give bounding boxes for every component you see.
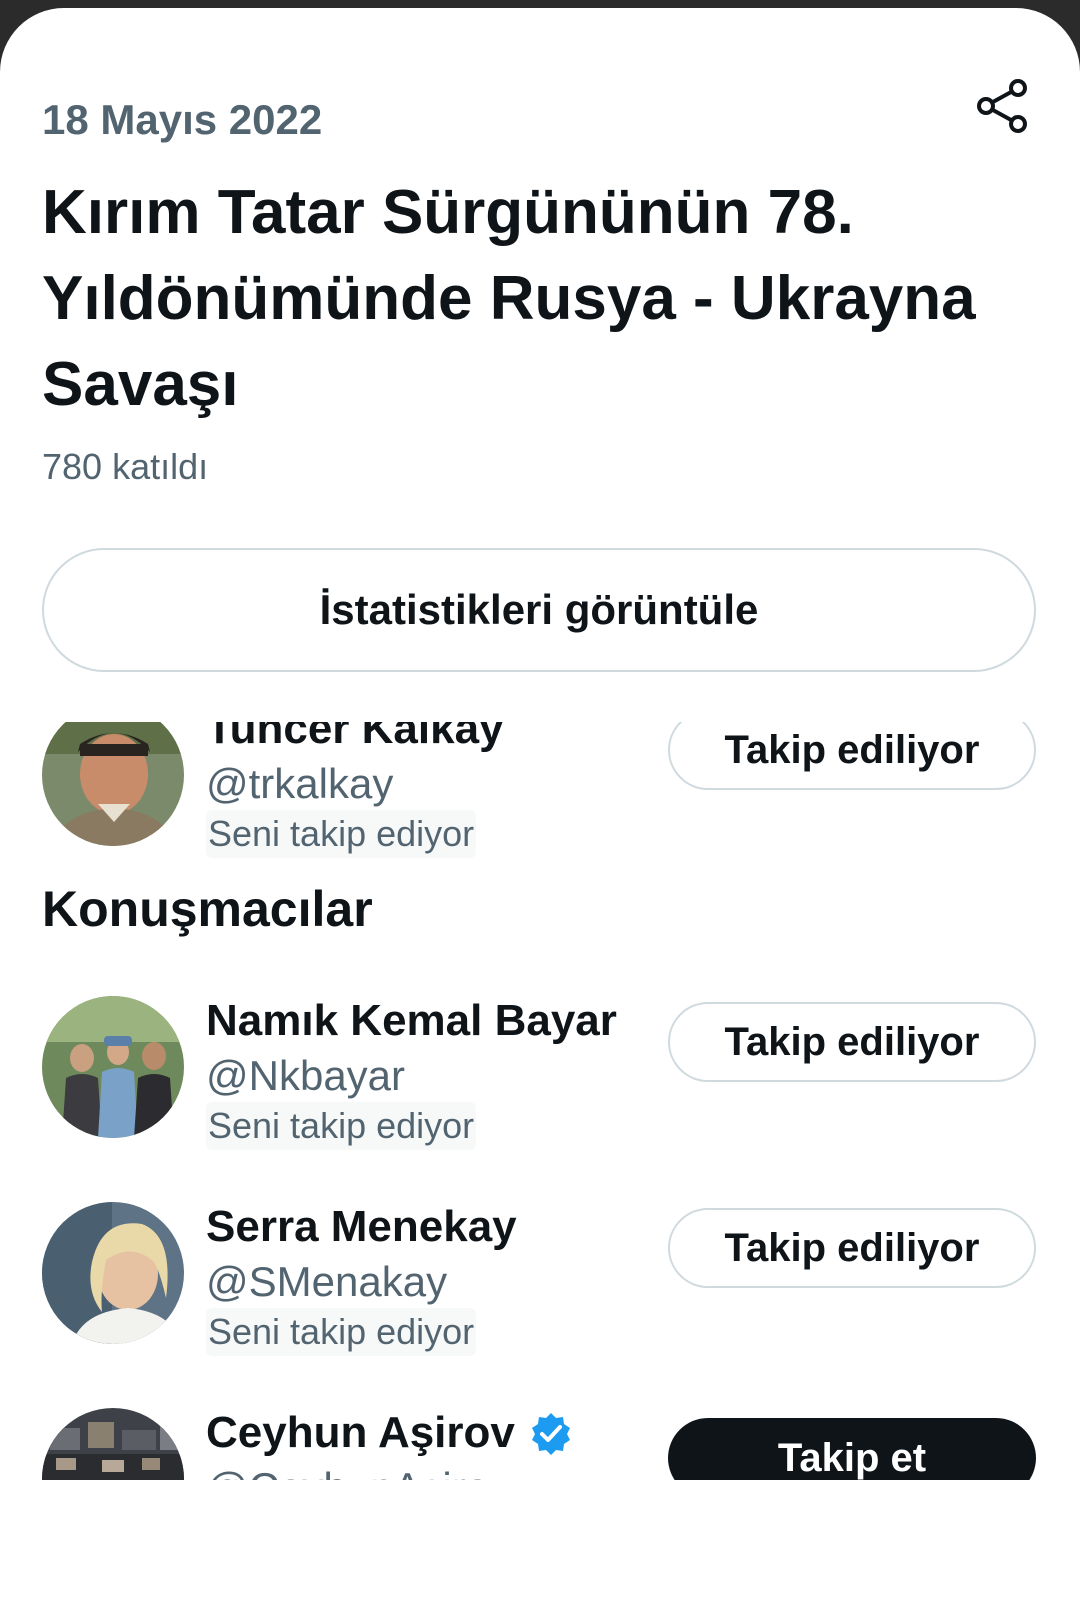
user-name[interactable]: Serra Menekay [206,1202,517,1252]
follows-you-badge: Seni takip ediyor [206,1308,477,1356]
follows-you-badge: Seni takip ediyor [206,1102,477,1150]
user-handle: @trkalkay [206,760,394,807]
space-details-sheet: 18 Mayıs 2022 Kırım Tatar Sürgününün 78.… [0,8,1080,1609]
user-handle: @Nkbayar [206,1052,406,1099]
follow-button[interactable]: Takip et [668,1418,1036,1480]
speaker-row[interactable]: Namık Kemal Bayar @Nkbayar Seni takip ed… [0,996,1080,1166]
speakers-heading: Konuşmacılar [42,881,373,937]
speaker-row[interactable]: Serra Menekay @SMenakay Seni takip ediyo… [0,1202,1080,1372]
following-button[interactable]: Takip ediliyor [668,1002,1036,1082]
user-name[interactable]: Tuncer Kalkay [206,722,504,754]
share-icon[interactable] [976,78,1040,142]
user-name[interactable]: Ceyhun Aşirov [206,1408,573,1458]
participant-count: 780 katıldı [42,446,209,487]
following-button[interactable]: Takip ediliyor [668,1208,1036,1288]
verified-badge-icon [529,1411,573,1455]
avatar[interactable] [42,722,184,846]
following-button[interactable]: Takip ediliyor [668,722,1036,790]
avatar[interactable] [42,996,184,1138]
view-stats-button[interactable]: İstatistikleri görüntüle [42,548,1036,672]
user-name[interactable]: Namık Kemal Bayar [206,996,617,1046]
host-row[interactable]: Tuncer Kalkay @trkalkay Seni takip ediyo… [0,722,1080,874]
user-handle: @CeyhunAsirov [206,1464,510,1480]
speaker-row[interactable]: Ceyhun Aşirov @CeyhunAsirov Takip et [0,1408,1080,1480]
space-date: 18 Mayıs 2022 [42,96,323,143]
space-title: Kırım Tatar Sürgününün 78. Yıldönümünde … [42,178,976,419]
user-handle: @SMenakay [206,1258,448,1305]
follows-you-badge: Seni takip ediyor [206,810,477,858]
speaker-list[interactable]: Namık Kemal Bayar @Nkbayar Seni takip ed… [0,988,1080,1480]
avatar[interactable] [42,1408,184,1480]
avatar[interactable] [42,1202,184,1344]
